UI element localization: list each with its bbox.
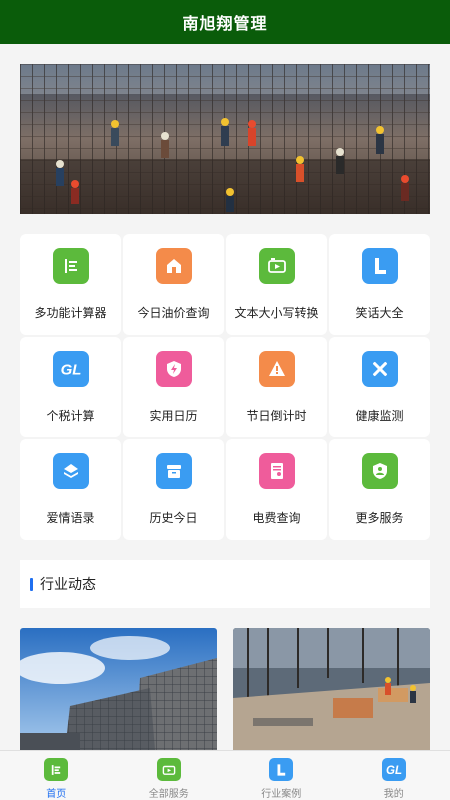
svg-text:GL: GL [60,361,81,378]
service-jokes[interactable]: 笑话大全 [329,234,430,335]
service-label: 个税计算 [46,408,95,423]
home-list-icon [44,758,69,781]
top-bar: 南旭翔管理 [0,0,450,44]
service-electricity-bill[interactable]: 电费查询 [226,439,327,540]
letter-l-icon [269,758,294,781]
gl-icon: GL [52,350,89,387]
tab-label: 首页 [46,789,67,800]
service-multi-calculator[interactable]: 多功能计算器 [20,234,121,335]
tab-label: 全部服务 [148,789,189,800]
news-card-image-1[interactable] [20,628,217,750]
service-label: 笑话大全 [355,306,404,320]
section-title: 行业动态 [40,576,96,592]
service-label: 更多服务 [355,511,404,526]
svg-text:GL: GL [386,765,402,777]
house-icon [155,248,192,284]
service-income-tax[interactable]: GL 个税计算 [20,336,121,438]
service-text-case[interactable]: 文本大小写转换 [226,234,327,335]
document-icon [258,453,295,490]
badge-icon [361,453,398,490]
service-label: 今日油价查询 [137,306,210,320]
tab-label: 行业案例 [261,789,302,800]
archive-box-icon [155,453,192,490]
service-label: 爱情语录 [46,511,95,526]
app-title: 南旭翔管理 [182,16,268,33]
news-section-header: 行业动态 [20,560,430,608]
service-health-monitor[interactable]: 健康监测 [329,336,430,438]
services-grid: 多功能计算器 今日油价查询 文本大小写转换 笑话大全 GL 个税计算 实用日历 [20,234,430,540]
service-history-today[interactable]: 历史今日 [123,439,224,540]
service-label: 健康监测 [355,408,404,423]
service-label: 文本大小写转换 [234,306,319,320]
letter-l-icon [361,248,398,284]
news-card-image-2[interactable] [233,628,430,750]
service-label: 节日倒计时 [246,408,307,423]
calculator-list-icon [52,248,89,284]
section-accent-bar [30,577,33,591]
service-label: 历史今日 [149,511,198,526]
tab-home[interactable]: 首页 [0,751,113,800]
tools-icon [361,350,398,387]
text-convert-icon [258,248,295,284]
warning-icon [258,350,295,387]
service-label: 实用日历 [149,408,198,423]
service-holiday-countdown[interactable]: 节日倒计时 [226,336,327,438]
tab-industry-cases[interactable]: 行业案例 [225,751,338,800]
banner-image[interactable] [20,64,430,214]
service-label: 多功能计算器 [34,306,107,320]
tab-label: 我的 [383,789,404,800]
services-icon [156,758,181,781]
service-more[interactable]: 更多服务 [329,439,430,540]
service-calendar[interactable]: 实用日历 [123,336,224,438]
bottom-tab-bar: 首页 全部服务 行业案例 GL 我的 [0,750,450,800]
tab-mine[interactable]: GL 我的 [338,751,450,800]
service-love-quotes[interactable]: 爱情语录 [20,439,121,540]
shield-bolt-icon [155,350,192,387]
service-oil-price[interactable]: 今日油价查询 [123,234,224,335]
layers-icon [52,453,89,490]
service-label: 电费查询 [252,511,301,526]
gl-icon: GL [381,758,406,781]
tab-all-services[interactable]: 全部服务 [113,751,226,800]
